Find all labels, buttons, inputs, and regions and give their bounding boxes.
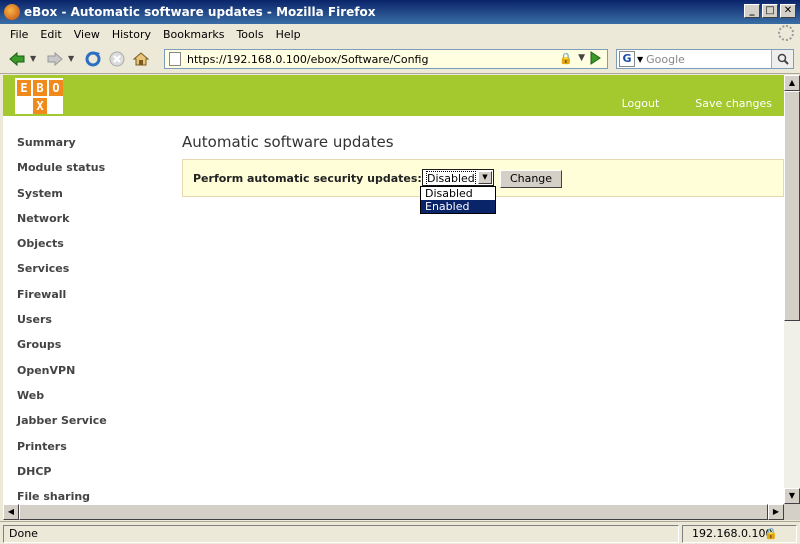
page-icon — [169, 52, 181, 66]
menu-view[interactable]: View — [68, 28, 106, 41]
sidebar-item-groups[interactable]: Groups — [17, 338, 107, 363]
chevron-down-icon[interactable]: ▼ — [478, 171, 492, 184]
content-viewport: E B O X Logout Save changes Summary Modu… — [3, 75, 784, 504]
forward-history-dropdown[interactable]: ▼ — [68, 54, 78, 63]
search-input[interactable]: Google — [646, 53, 685, 66]
sidebar-menu: Summary Module status System Network Obj… — [17, 136, 107, 504]
window-title: eBox - Automatic software updates - Mozi… — [24, 5, 376, 19]
status-host-panel: 192.168.0.100 🔒 — [682, 525, 797, 543]
address-bar[interactable]: https://192.168.0.100/ebox/Software/Conf… — [164, 49, 608, 69]
sidebar-item-system[interactable]: System — [17, 187, 107, 212]
close-button[interactable]: ✕ — [780, 4, 796, 18]
horizontal-scrollbar[interactable]: ◀ ▶ — [3, 504, 784, 520]
scroll-down-button[interactable]: ▼ — [784, 488, 800, 504]
save-changes-link[interactable]: Save changes — [695, 97, 772, 110]
maximize-button[interactable]: □ — [762, 4, 778, 18]
logo-letter: O — [49, 80, 63, 96]
lock-icon[interactable]: 🔒 — [764, 526, 778, 542]
sidebar-item-objects[interactable]: Objects — [17, 237, 107, 262]
back-arrow-icon[interactable] — [6, 48, 28, 70]
window-titlebar: eBox - Automatic software updates - Mozi… — [0, 0, 800, 24]
throbber-icon — [778, 25, 794, 41]
menu-bookmarks[interactable]: Bookmarks — [157, 28, 230, 41]
sidebar-item-printers[interactable]: Printers — [17, 440, 107, 465]
sidebar-item-services[interactable]: Services — [17, 262, 107, 287]
menu-help[interactable]: Help — [270, 28, 307, 41]
logo-letter: E — [17, 80, 31, 96]
sidebar-item-dhcp[interactable]: DHCP — [17, 465, 107, 490]
logo-letter: X — [33, 98, 47, 114]
option-enabled[interactable]: Enabled — [421, 200, 495, 213]
back-history-dropdown[interactable]: ▼ — [30, 54, 40, 63]
vertical-scrollbar[interactable]: ▲ ▼ — [784, 75, 800, 504]
sidebar-item-firewall[interactable]: Firewall — [17, 288, 107, 313]
menu-edit[interactable]: Edit — [34, 28, 67, 41]
menu-bar: File Edit View History Bookmarks Tools H… — [0, 24, 800, 44]
sidebar-item-network[interactable]: Network — [17, 212, 107, 237]
go-arrow-icon[interactable] — [588, 51, 602, 65]
scroll-left-button[interactable]: ◀ — [3, 504, 19, 520]
updates-select[interactable]: Disabled ▼ — [422, 169, 494, 186]
change-button[interactable]: Change — [500, 170, 562, 188]
firefox-icon — [4, 4, 20, 20]
reload-icon[interactable] — [82, 48, 104, 70]
sidebar-item-web[interactable]: Web — [17, 389, 107, 414]
search-engine-icon[interactable]: G — [619, 51, 635, 67]
search-box[interactable]: G ▼ Google — [616, 49, 794, 69]
sidebar-item-module-status[interactable]: Module status — [17, 161, 107, 186]
updates-options-list: Disabled Enabled — [420, 186, 496, 214]
stop-icon[interactable] — [106, 48, 128, 70]
search-engine-dropdown[interactable]: ▼ — [637, 55, 643, 64]
sidebar-item-jabber-service[interactable]: Jabber Service — [17, 414, 107, 439]
lock-icon[interactable]: 🔒 — [559, 52, 573, 65]
ebox-logo: E B O X — [15, 78, 63, 114]
logo-letter: B — [33, 80, 47, 96]
option-disabled[interactable]: Disabled — [421, 187, 495, 200]
updates-select-value[interactable]: Disabled — [426, 171, 476, 186]
horizontal-scroll-thumb[interactable] — [19, 504, 768, 520]
updates-label: Perform automatic security updates: — [193, 172, 422, 185]
menu-history[interactable]: History — [106, 28, 157, 41]
status-host: 192.168.0.100 — [692, 527, 773, 540]
logout-link[interactable]: Logout — [622, 97, 660, 110]
sidebar-item-users[interactable]: Users — [17, 313, 107, 338]
vertical-scroll-thumb[interactable] — [784, 91, 800, 321]
status-bar: Done 192.168.0.100 🔒 — [0, 521, 800, 544]
menu-tools[interactable]: Tools — [230, 28, 269, 41]
page-title: Automatic software updates — [182, 133, 394, 151]
home-icon[interactable] — [130, 48, 152, 70]
scrollbar-corner — [784, 504, 800, 520]
sidebar-item-file-sharing[interactable]: File sharing — [17, 490, 107, 504]
sidebar-item-openvpn[interactable]: OpenVPN — [17, 364, 107, 389]
address-url[interactable]: https://192.168.0.100/ebox/Software/Conf… — [187, 53, 428, 66]
menu-file[interactable]: File — [4, 28, 34, 41]
address-history-dropdown[interactable]: ▼ — [578, 53, 585, 63]
status-text: Done — [3, 525, 679, 543]
forward-arrow-icon[interactable] — [44, 48, 66, 70]
minimize-button[interactable]: _ — [744, 4, 760, 18]
search-icon[interactable] — [771, 50, 793, 68]
ebox-header: E B O X Logout Save changes — [3, 75, 784, 116]
scroll-up-button[interactable]: ▲ — [784, 75, 800, 91]
sidebar-item-summary[interactable]: Summary — [17, 136, 107, 161]
scroll-right-button[interactable]: ▶ — [768, 504, 784, 520]
